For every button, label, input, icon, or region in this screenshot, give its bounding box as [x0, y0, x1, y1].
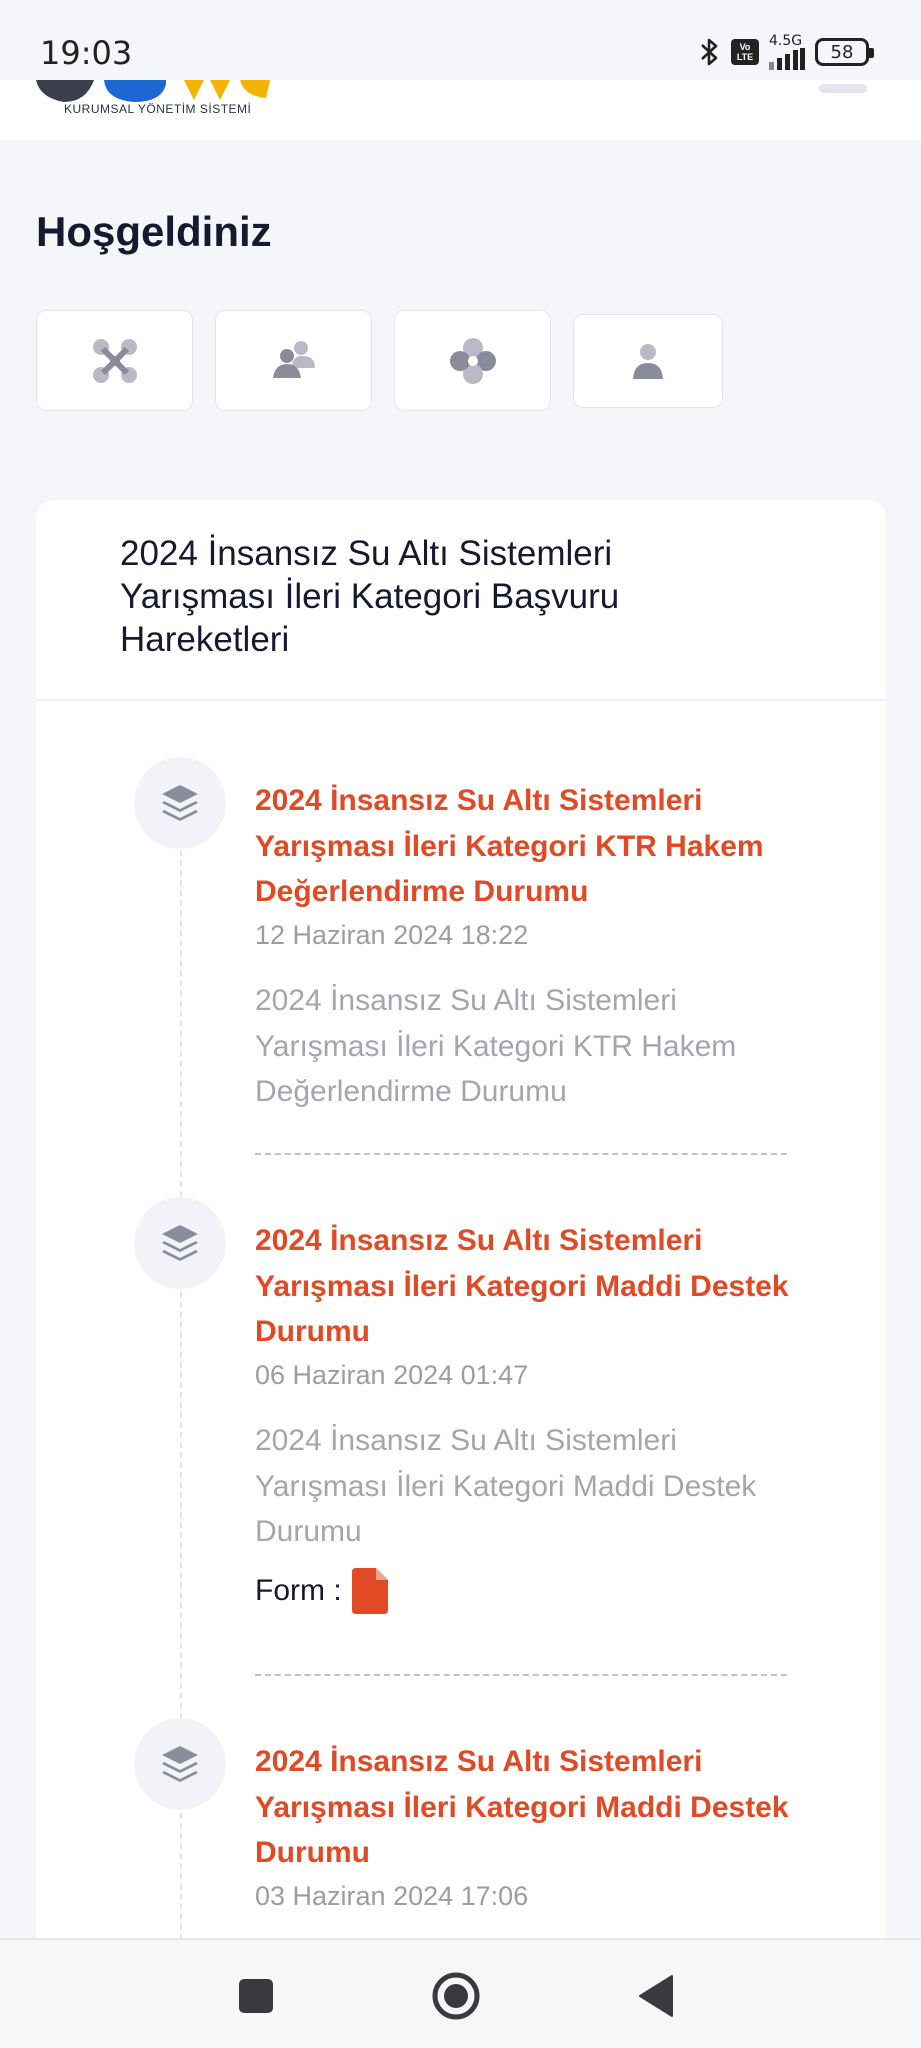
user-icon: [633, 344, 663, 379]
timeline-separator: [255, 1674, 787, 1676]
system-nav-bar: [0, 1938, 921, 2048]
timeline-item-title[interactable]: 2024 İnsansız Su Altı Sistemleri Yarışma…: [255, 778, 815, 915]
signal-icon: [769, 48, 805, 70]
app-header: KURUMSAL YÖNETİM SİSTEMİ: [0, 80, 921, 140]
quick-action-fan-button[interactable]: [394, 310, 551, 411]
timeline-item-date: 03 Haziran 2024 17:06: [255, 1881, 529, 1911]
square-icon: [239, 1979, 273, 2013]
quick-action-drone-button[interactable]: [36, 310, 193, 411]
card-divider: [36, 699, 886, 701]
timeline-item-description: 2024 İnsansız Su Altı Sistemleri Yarışma…: [255, 984, 737, 1108]
volte-icon: Vo LTE: [731, 39, 759, 65]
layers-icon: [134, 757, 226, 849]
layers-icon: [134, 1197, 226, 1289]
timeline-item-description: 2024 İnsansız Su Altı Sistemleri Yarışma…: [255, 1424, 757, 1548]
home-button[interactable]: [426, 1966, 486, 2026]
recents-button[interactable]: [226, 1966, 286, 2026]
status-bar: 19:03 Vo LTE 4.5G 58: [0, 0, 921, 80]
fan-icon: [449, 337, 496, 384]
timeline-item-title[interactable]: 2024 İnsansız Su Altı Sistemleri Yarışma…: [255, 1739, 815, 1876]
battery-icon: 58: [815, 38, 874, 66]
home-circle-icon: [432, 1972, 480, 2020]
menu-button[interactable]: [819, 84, 867, 93]
timeline-item-date: 06 Haziran 2024 01:47: [255, 1360, 529, 1390]
timeline-line: [180, 800, 182, 2048]
volte-label: Vo LTE: [736, 42, 754, 62]
network-type: 4.5G: [769, 33, 803, 49]
form-label: Form :: [255, 1574, 342, 1607]
bluetooth-icon: [701, 38, 718, 66]
status-icons: Vo LTE 4.5G 58: [699, 32, 874, 72]
applications-card: 2024 İnsansız Su Altı Sistemleri Yarışma…: [36, 500, 886, 2048]
timeline-item-date: 12 Haziran 2024 18:22: [255, 920, 529, 950]
logo-subtitle: KURUMSAL YÖNETİM SİSTEMİ: [64, 102, 252, 116]
timeline-form-row: Form :: [255, 1568, 388, 1614]
back-triangle-icon: [639, 1975, 673, 2017]
layers-icon: [134, 1718, 226, 1810]
timeline-item-title[interactable]: 2024 İnsansız Su Altı Sistemleri Yarışma…: [255, 1218, 815, 1355]
back-button[interactable]: [626, 1966, 686, 2026]
quick-actions: [36, 310, 736, 412]
document-icon[interactable]: [351, 1568, 388, 1614]
drone-icon: [92, 338, 137, 383]
team-icon: [272, 340, 315, 378]
quick-action-team-button[interactable]: [215, 310, 372, 411]
quick-action-profile-button[interactable]: [573, 314, 723, 408]
page-title: Hoşgeldiniz: [36, 208, 272, 255]
battery-level: 58: [830, 41, 854, 63]
status-time: 19:03: [40, 34, 133, 72]
card-title: 2024 İnsansız Su Altı Sistemleri Yarışma…: [120, 534, 620, 659]
timeline-separator: [255, 1153, 787, 1155]
